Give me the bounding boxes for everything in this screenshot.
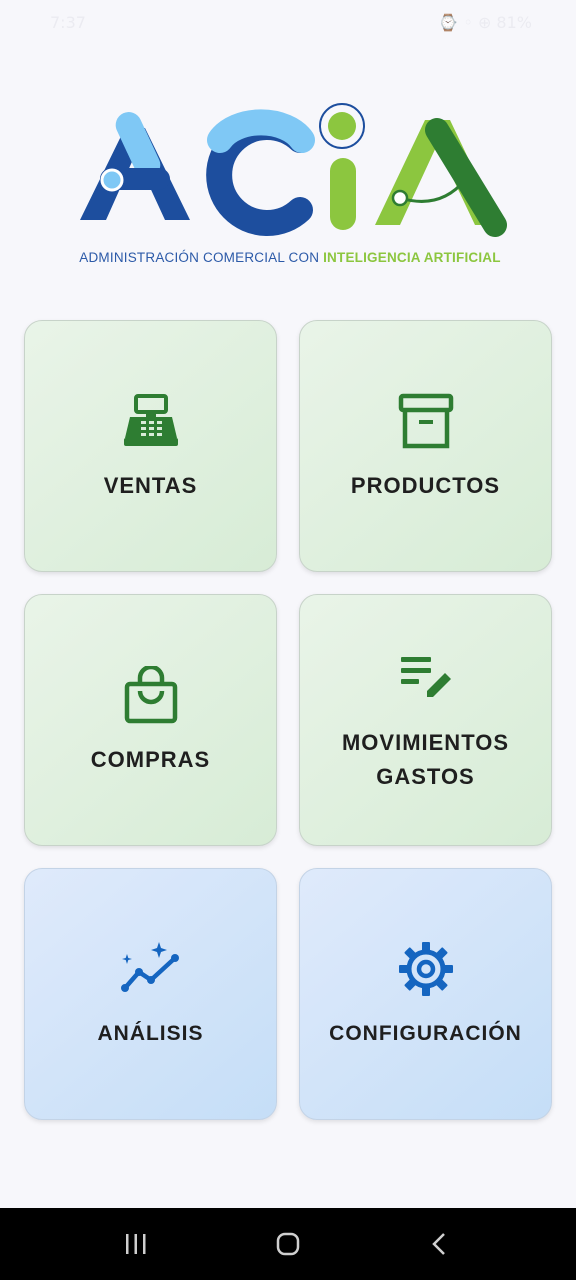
productos-label: PRODUCTOS	[350, 473, 501, 498]
status-bar: 7:37 ⌚ ◦ ⊕ 81%	[0, 0, 576, 44]
ventas-button[interactable]: VENTAS	[24, 320, 277, 572]
compras-button[interactable]: COMPRAS	[24, 594, 277, 846]
edit-list-icon	[394, 646, 458, 710]
movimientos-gastos-label: MOVIMIENTOS GASTOS	[342, 726, 509, 794]
productos-button[interactable]: PRODUCTOS	[299, 320, 552, 572]
shopping-bag-icon	[119, 663, 183, 727]
analisis-button[interactable]: ANÁLISIS	[24, 868, 277, 1120]
acia-logo-mark	[80, 103, 507, 237]
tagline-part1: ADMINISTRACIÓN COMERCIAL CON	[79, 250, 324, 265]
cash-register-icon	[119, 389, 183, 453]
movimientos-line2: GASTOS	[376, 764, 475, 789]
tagline-part2: INTELIGENCIA ARTIFICIAL	[323, 250, 501, 265]
acia-logo: ADMINISTRACIÓN COMERCIAL CON INTELIGENCI…	[70, 100, 510, 275]
ventas-label: VENTAS	[103, 473, 198, 498]
android-nav-bar	[0, 1208, 576, 1280]
configuracion-label: CONFIGURACIÓN	[329, 1022, 522, 1045]
analisis-label: ANÁLISIS	[97, 1022, 204, 1045]
movimientos-gastos-button[interactable]: MOVIMIENTOS GASTOS	[299, 594, 552, 846]
movimientos-line1: MOVIMIENTOS	[341, 730, 510, 755]
status-time: 7:37	[50, 12, 86, 32]
compras-label: COMPRAS	[90, 747, 211, 772]
archive-box-icon	[394, 389, 458, 453]
trend-sparkle-icon	[119, 937, 183, 1001]
configuracion-button[interactable]: CONFIGURACIÓN	[299, 868, 552, 1120]
logo-tagline: ADMINISTRACIÓN COMERCIAL CON INTELIGENCI…	[70, 250, 510, 265]
recent-apps-button[interactable]	[106, 1214, 166, 1274]
back-button[interactable]	[410, 1214, 470, 1274]
gear-icon	[394, 937, 458, 1001]
status-icons: ⌚ ◦ ⊕ 81%	[438, 12, 532, 32]
home-button[interactable]	[258, 1214, 318, 1274]
menu-grid: VENTAS PRODUCTOS COMPRAS MOVIMIENTOS GAS…	[24, 320, 552, 1122]
back-icon	[432, 1233, 445, 1255]
recent-apps-icon	[126, 1234, 146, 1254]
home-icon	[276, 1232, 300, 1256]
